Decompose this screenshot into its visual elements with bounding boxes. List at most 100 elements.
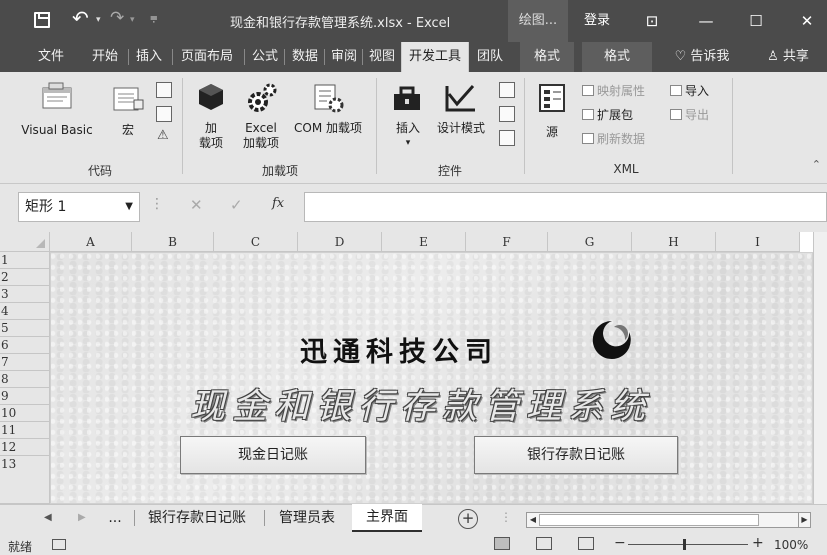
row-header[interactable]: 10: [0, 405, 50, 422]
select-all-button[interactable]: [0, 232, 50, 252]
column-header[interactable]: A: [50, 232, 132, 252]
cancel-icon[interactable]: ✕: [190, 196, 203, 214]
insert-function-icon[interactable]: fx: [272, 196, 284, 211]
record-macro-icon[interactable]: [156, 82, 172, 98]
row-header[interactable]: 4: [0, 303, 50, 320]
tab-format-1[interactable]: 格式: [520, 42, 574, 72]
login-link[interactable]: 登录: [584, 0, 610, 42]
normal-view-icon[interactable]: [494, 537, 510, 550]
xml-export-button[interactable]: 导出: [670, 106, 709, 123]
sheet-tab[interactable]: 管理员表: [264, 505, 350, 531]
horizontal-scrollbar[interactable]: ◀ ▶: [526, 512, 811, 528]
row-header[interactable]: 12: [0, 439, 50, 456]
redo-dropdown-icon[interactable]: ▾: [130, 15, 135, 25]
row-header[interactable]: 8: [0, 371, 50, 388]
column-header[interactable]: H: [632, 232, 716, 252]
sheet-tab-active[interactable]: 主界面: [352, 504, 422, 532]
column-header[interactable]: G: [548, 232, 632, 252]
column-header[interactable]: F: [466, 232, 548, 252]
design-mode-button[interactable]: 设计模式: [430, 82, 492, 136]
relative-reference-icon[interactable]: [156, 106, 172, 122]
minimize-icon[interactable]: —: [686, 0, 726, 42]
vertical-scrollbar[interactable]: [813, 232, 827, 504]
visual-basic-button[interactable]: Visual Basic: [20, 82, 94, 138]
expansion-packs-label: 扩展包: [597, 108, 634, 122]
customize-qat-icon[interactable]: ⩦: [150, 10, 158, 25]
row-header[interactable]: 13: [0, 456, 50, 504]
sheet-tab[interactable]: 银行存款日记账: [134, 505, 260, 531]
page-break-view-icon[interactable]: [578, 537, 594, 550]
run-dialog-icon[interactable]: [499, 130, 515, 146]
row-header[interactable]: 9: [0, 388, 50, 405]
tab-review[interactable]: 审阅: [324, 42, 364, 72]
chevron-down-icon[interactable]: ▼: [125, 193, 133, 221]
enter-icon[interactable]: ✓: [230, 196, 243, 214]
undo-icon[interactable]: ↶: [72, 6, 89, 30]
refresh-data-button[interactable]: 刷新数据: [582, 130, 645, 147]
addins-button[interactable]: 加 载项: [192, 82, 230, 151]
column-header[interactable]: B: [132, 232, 214, 252]
properties-icon[interactable]: [499, 82, 515, 98]
scroll-thumb[interactable]: [539, 514, 759, 526]
tab-formulas[interactable]: 公式: [244, 42, 286, 72]
scroll-right-arrow-icon[interactable]: ▶: [798, 513, 810, 527]
xml-source-button[interactable]: 源: [532, 82, 572, 140]
close-icon[interactable]: ✕: [787, 0, 827, 42]
tab-team[interactable]: 团队: [470, 42, 510, 72]
macro-record-icon[interactable]: [52, 539, 66, 550]
tab-data[interactable]: 数据: [284, 42, 326, 72]
redo-icon[interactable]: ↷: [110, 8, 124, 28]
view-code-icon[interactable]: [499, 106, 515, 122]
tab-format-2[interactable]: 格式: [582, 42, 652, 72]
tab-split-grip-icon[interactable]: ⋮: [500, 510, 512, 524]
page-layout-view-icon[interactable]: [536, 537, 552, 550]
tab-developer[interactable]: 开发工具: [401, 42, 469, 72]
name-box[interactable]: 矩形 1 ▼: [18, 192, 140, 222]
row-header[interactable]: 5: [0, 320, 50, 337]
row-header[interactable]: 3: [0, 286, 50, 303]
column-header[interactable]: E: [382, 232, 466, 252]
undo-dropdown-icon[interactable]: ▾: [96, 15, 101, 25]
collapse-ribbon-icon[interactable]: ⌃: [812, 158, 821, 171]
map-properties-button[interactable]: 映射属性: [582, 82, 645, 99]
new-sheet-plus-icon[interactable]: +: [458, 509, 478, 529]
macros-button[interactable]: 宏: [108, 82, 148, 138]
column-header[interactable]: C: [214, 232, 298, 252]
column-header[interactable]: D: [298, 232, 382, 252]
xml-import-button[interactable]: 导入: [670, 82, 709, 99]
save-icon[interactable]: [34, 12, 50, 28]
zoom-out-icon[interactable]: −: [614, 535, 626, 551]
ribbon-display-options-icon[interactable]: ⊡: [632, 0, 672, 42]
zoom-in-icon[interactable]: +: [752, 535, 764, 551]
zoom-level[interactable]: 100%: [774, 538, 808, 552]
tab-page-layout[interactable]: 页面布局: [172, 42, 242, 72]
macro-security-icon[interactable]: ⚠: [157, 128, 169, 143]
scroll-tabs-left-icon[interactable]: ◀: [44, 512, 52, 523]
cash-journal-button[interactable]: 现金日记账: [180, 436, 366, 474]
xml-source-label: 源: [545, 125, 558, 139]
tab-view[interactable]: 视图: [362, 42, 402, 72]
tab-insert[interactable]: 插入: [128, 42, 170, 72]
row-header[interactable]: 2: [0, 269, 50, 286]
zoom-slider[interactable]: [628, 539, 748, 550]
share-button[interactable]: ♙ 共享: [756, 42, 820, 72]
row-header[interactable]: 11: [0, 422, 50, 439]
excel-addins-button[interactable]: Excel 加载项: [236, 82, 286, 151]
row-header[interactable]: 7: [0, 354, 50, 371]
tell-me-box[interactable]: ♡ 告诉我: [660, 42, 744, 72]
maximize-icon[interactable]: ☐: [736, 0, 776, 42]
formula-input[interactable]: [304, 192, 827, 222]
more-sheets-ellipsis[interactable]: ...: [100, 505, 130, 531]
expansion-packs-button[interactable]: 扩展包: [582, 106, 633, 123]
column-header[interactable]: I: [716, 232, 800, 252]
insert-control-button[interactable]: 插入 ▾: [388, 82, 428, 151]
zoom-slider-knob[interactable]: [683, 539, 686, 550]
tab-file[interactable]: 文件: [26, 42, 76, 72]
tab-home[interactable]: 开始: [84, 42, 126, 72]
bank-deposit-journal-button[interactable]: 银行存款日记账: [474, 436, 678, 474]
row-header[interactable]: 1: [0, 252, 50, 269]
scroll-tabs-right-icon[interactable]: ▶: [78, 512, 86, 523]
com-addins-button[interactable]: COM 加载项: [286, 82, 370, 136]
row-header[interactable]: 6: [0, 337, 50, 354]
scroll-left-arrow-icon[interactable]: ◀: [527, 513, 539, 527]
